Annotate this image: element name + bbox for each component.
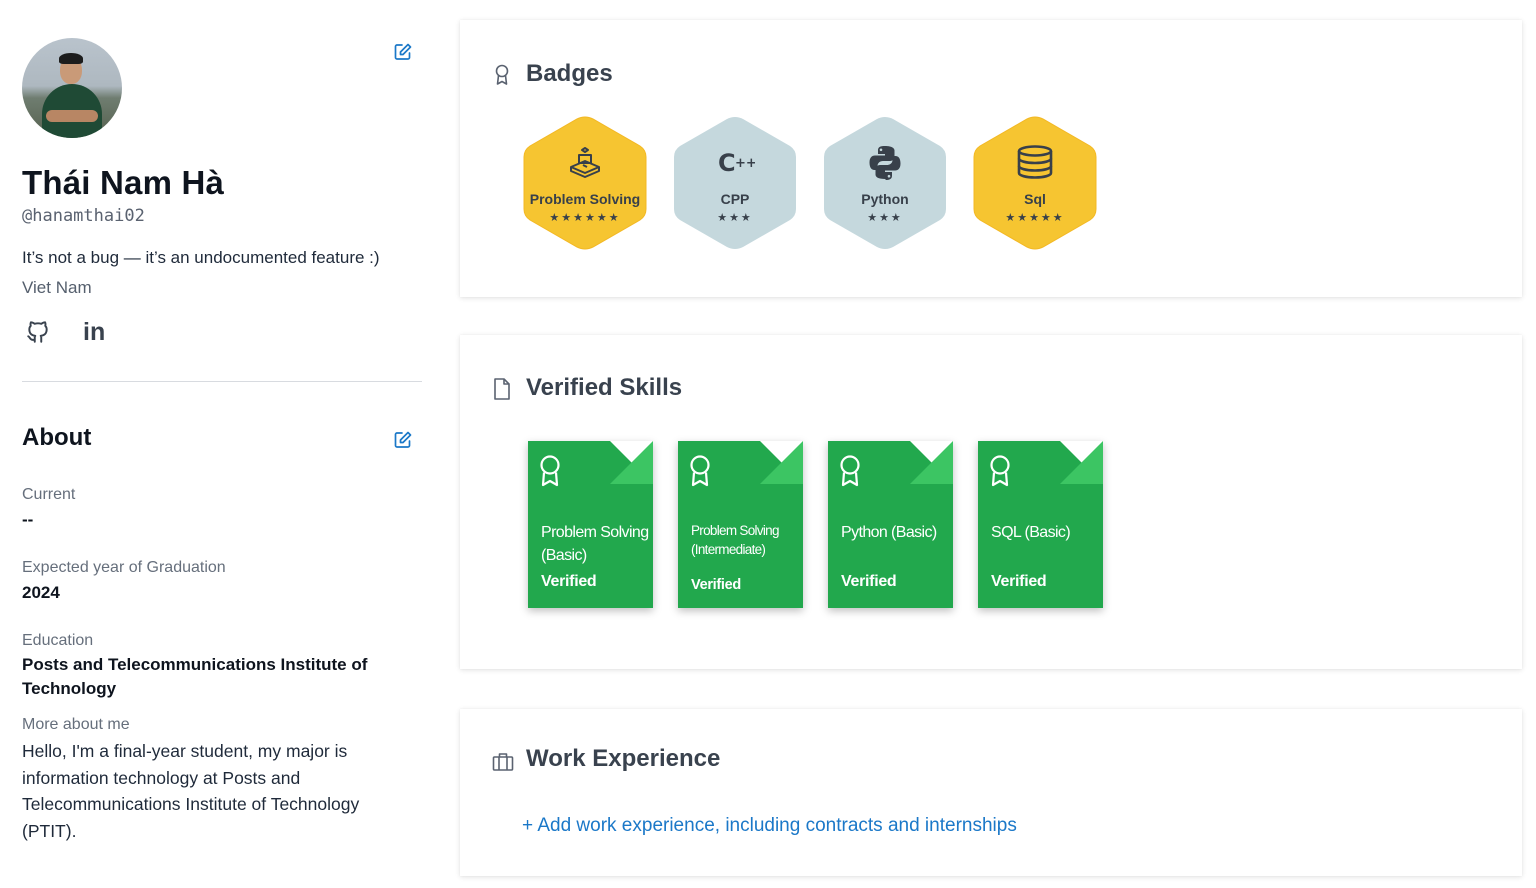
skill-status: Verified xyxy=(991,573,1047,590)
database-icon xyxy=(1015,143,1055,183)
profile-bio: It’s not a bug — it’s an undocumented fe… xyxy=(22,248,380,267)
avatar[interactable] xyxy=(22,38,122,138)
skill-name: Problem Solving (Intermediate) xyxy=(691,523,780,557)
svg-text:C: C xyxy=(718,149,736,177)
edit-profile-icon[interactable] xyxy=(393,42,413,62)
divider xyxy=(22,381,422,382)
skill-status: Verified xyxy=(541,573,597,590)
badge-cpp[interactable]: C ++ CPP ★★★ xyxy=(672,115,798,251)
education-value: Posts and Telecommunications Institute o… xyxy=(22,655,368,698)
skill-certificate[interactable]: Problem Solving (Basic) Verified xyxy=(528,441,653,608)
work-experience-card: Work Experience + Add work experience, i… xyxy=(460,709,1522,876)
skill-certificate[interactable]: SQL (Basic) Verified xyxy=(978,441,1103,608)
skill-status: Verified xyxy=(691,577,741,593)
about-title: About xyxy=(22,424,92,451)
skill-fold xyxy=(610,441,653,484)
python-icon xyxy=(865,143,905,183)
avatar-arms xyxy=(46,110,98,122)
badge-stars: ★★★ xyxy=(867,212,903,224)
award-icon xyxy=(492,63,512,85)
ribbon-icon xyxy=(538,454,562,488)
education-label: Education xyxy=(22,632,94,649)
profile-name: Thái Nam Hà xyxy=(22,164,225,201)
ribbon-icon xyxy=(838,454,862,488)
graduation-label: Expected year of Graduation xyxy=(22,559,226,576)
svg-text:++: ++ xyxy=(735,156,755,171)
badge-label: Problem Solving xyxy=(529,191,641,207)
skill-certificate[interactable]: Python (Basic) Verified xyxy=(828,441,953,608)
work-experience-title: Work Experience xyxy=(526,745,721,772)
profile-country: Viet Nam xyxy=(22,278,92,297)
skill-name: Problem Solving (Basic) xyxy=(541,524,649,564)
linkedin-icon[interactable]: in xyxy=(83,318,111,346)
ribbon-icon xyxy=(688,454,712,488)
document-icon xyxy=(492,377,512,400)
add-work-experience-link[interactable]: + Add work experience, including contrac… xyxy=(522,815,1017,837)
avatar-hair xyxy=(59,53,83,64)
badge-label: Python xyxy=(861,191,909,207)
graduation-value: 2024 xyxy=(22,583,60,602)
skill-certificate[interactable]: Problem Solving (Intermediate) Verified xyxy=(678,441,803,608)
cpp-icon: C ++ xyxy=(715,143,757,183)
current-value: -- xyxy=(22,510,34,529)
skill-fold xyxy=(760,441,803,484)
skill-name: SQL (Basic) xyxy=(991,524,1071,541)
badge-python[interactable]: Python ★★★ xyxy=(822,115,948,251)
briefcase-icon xyxy=(492,751,514,773)
skill-name: Python (Basic) xyxy=(841,524,937,541)
badge-label: Sql xyxy=(1024,191,1046,207)
current-label: Current xyxy=(22,486,76,503)
edit-about-icon[interactable] xyxy=(393,430,413,450)
more-about-label: More about me xyxy=(22,716,130,733)
skill-status: Verified xyxy=(841,573,897,590)
badge-stars: ★★★ xyxy=(717,212,753,224)
problem-solving-icon xyxy=(565,143,605,183)
badge-label: CPP xyxy=(720,191,750,207)
profile-sidebar: Thái Nam Hà @hanamthai02 It’s not a bug … xyxy=(22,0,422,888)
badge-problem-solving[interactable]: Problem Solving ★★★★★★ xyxy=(522,115,648,251)
skill-fold xyxy=(910,441,953,484)
badge-stars: ★★★★★★ xyxy=(549,212,621,224)
ribbon-icon xyxy=(988,454,1012,488)
badge-stars: ★★★★★ xyxy=(1005,212,1065,224)
skill-fold xyxy=(1060,441,1103,484)
badge-sql[interactable]: Sql ★★★★★ xyxy=(972,115,1098,251)
more-about-text: Hello, I'm a final-year student, my majo… xyxy=(22,741,360,841)
verified-skills-title: Verified Skills xyxy=(526,374,683,401)
badges-title: Badges xyxy=(526,60,613,87)
github-icon[interactable] xyxy=(25,319,53,347)
profile-handle: @hanamthai02 xyxy=(22,206,145,226)
